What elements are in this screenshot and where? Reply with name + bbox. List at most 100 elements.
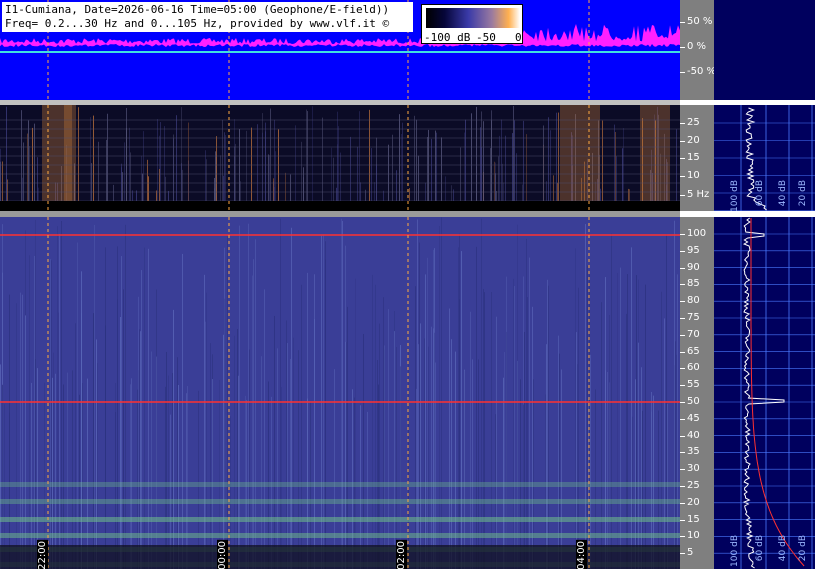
spectrogram-streak [561,369,562,569]
spectrogram-streak [635,379,636,569]
axis-divider [680,211,714,217]
spectrogram-streak [402,122,403,211]
spectrogram-streak [417,219,418,569]
spectrogram-streak [34,255,35,569]
spectrogram-streak [82,383,83,569]
legend-mid-label: -50 [476,31,496,44]
high-frequency-tick-label: 30 [687,463,700,475]
color-scale-legend: -100 dB -50 0 [421,4,523,44]
spectrogram-band [0,517,680,522]
profile-low-db-label: 60 dB [755,180,765,207]
spectrogram-streak [81,271,82,569]
low-frequency-tick-label: 5 Hz [687,189,710,200]
high-frequency-tick-label: 65 [687,345,700,357]
spectrum-profile-panel: 100 dB 60 dB 40 dB 20 dB 100 dB 60 dB 40… [714,0,815,569]
spectrogram-streak [520,379,521,569]
spectrogram-streak [224,132,225,211]
spectrogram-streak [22,294,23,569]
spectrogram-streak [388,309,389,569]
spectrogram-streak [476,106,477,211]
spectrogram-streak [138,296,139,569]
axis-tick-mark [680,267,685,269]
low-frequency-tick-label: 10 [687,170,700,181]
spectrogram-streak [164,126,165,211]
percent-tick-label: -50 % [687,66,717,77]
legend-min-label: -100 dB [424,31,471,44]
spectrogram-streak [342,220,343,569]
spectrogram-streak [262,132,263,211]
axis-tick-mark [680,22,685,23]
axis-tick-mark [680,553,685,555]
spectrogram-streak [58,312,59,569]
high-frequency-tick-label: 75 [687,312,700,323]
spectrogram-streak [274,119,275,211]
high-frequency-tick-label: 70 [687,328,700,340]
axis-tick-mark [680,284,685,286]
spectrogram-streak [372,274,373,569]
spectrogram-streak [415,286,416,569]
time-label: 22:00 [37,540,48,569]
spectrogram-streak [129,127,130,211]
high-frequency-tick-label: 35 [687,446,700,458]
spectrogram-streak [97,363,98,569]
spectrogram-streak [449,308,450,569]
spectrogram-streak [75,323,76,569]
spectrogram-streak [123,289,124,569]
spectrogram-streak [431,138,432,211]
spectrogram-streak [117,299,118,569]
spectrogram-streak [126,128,127,211]
spectrogram-streak [548,285,549,569]
spectrogram-streak [664,318,665,569]
spectrogram-streak [25,315,26,569]
profile-reference-curve [750,218,805,567]
spectrogram-streak [137,389,138,569]
axis-tick-mark [680,176,685,177]
axis-tick-mark [680,435,685,437]
spectrogram-streak [602,120,603,211]
percent-tick-label: 50 % [687,16,713,27]
spectrogram-streak [532,306,533,569]
spectrogram-streak [425,274,426,569]
time-label: 00:00 [217,540,228,569]
spectrogram-streak [577,364,578,569]
percent-tick-label: 0 % [687,41,707,52]
spectrogram-streak [55,373,56,569]
spectrogram-streak [595,389,596,569]
spectrogram-streak [427,257,428,569]
spectrogram-streak [359,111,360,211]
spectrogram-streak [414,115,415,211]
high-frequency-tick-label: 10 [687,530,700,542]
spectrogram-streak [274,315,275,569]
spectrogram-streak [28,120,29,211]
spectrogram-streak [514,120,515,211]
axis-tick-mark [680,385,685,387]
spectrogram-streak [677,274,678,569]
spectrogram-streak [52,377,53,569]
spectrogram-streak [87,378,88,569]
spectrogram-streak [480,127,481,211]
spectrogram-streak [436,132,437,211]
spectrogram-streak [461,406,462,569]
spectrogram-streak [545,394,546,569]
high-frequency-tick-label: 60 [687,362,700,374]
spectrogram-streak [246,130,247,211]
spectrogram-streak [431,326,432,569]
spectrogram-streak [301,284,302,569]
axis-tick-mark [680,334,685,336]
spectrum-profile-plot [714,100,815,569]
profile-high-db-label: 20 dB [798,535,808,562]
spectrogram-streak [392,134,393,211]
profile-high-db-label: 100 dB [730,535,740,567]
axis-tick-mark [680,301,685,303]
spectrogram-streak [270,108,271,211]
axis-tick-mark [680,72,685,73]
spectrogram-streak [661,291,662,569]
spectrogram-streak [416,388,417,569]
spectrogram-streak [491,292,492,569]
spectrogram-streak [558,112,559,211]
spectrogram-streak [251,127,252,211]
spectrogram-streak [121,256,122,569]
spectrogram-streak [222,119,223,211]
spectrogram-streak [34,123,35,211]
spectrogram-streak [78,107,79,211]
